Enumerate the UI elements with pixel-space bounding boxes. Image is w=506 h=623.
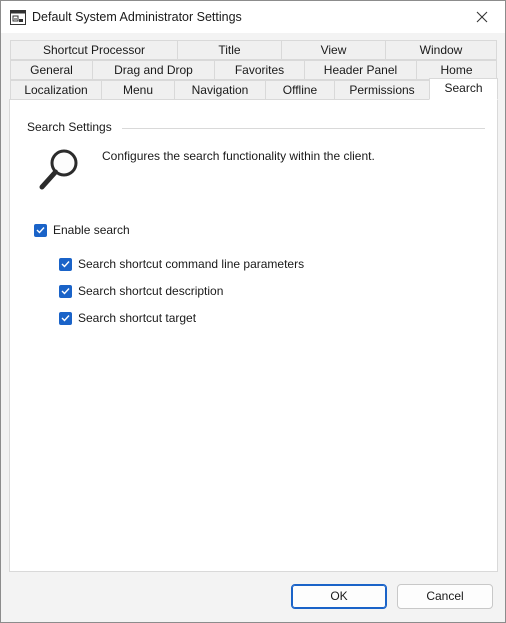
tab-shortcut-processor[interactable]: Shortcut Processor	[10, 40, 178, 60]
checkbox-checked[interactable]	[59, 311, 72, 325]
group-label: Search Settings	[27, 120, 112, 134]
enable-search-label: Enable search	[53, 223, 130, 237]
cancel-button[interactable]: Cancel	[397, 584, 493, 609]
close-icon	[476, 11, 488, 22]
tab-search[interactable]: Search	[429, 78, 498, 100]
checkmark-icon	[36, 227, 45, 234]
tab-header-panel[interactable]: Header Panel	[304, 60, 417, 80]
close-button[interactable]	[459, 1, 505, 32]
checkmark-icon	[61, 288, 70, 295]
ok-button[interactable]: OK	[291, 584, 387, 609]
title-bar: Default System Administrator Settings	[1, 1, 505, 33]
search-target-checkbox[interactable]: Search shortcut target	[59, 311, 196, 325]
tab-favorites[interactable]: Favorites	[214, 60, 305, 80]
checkbox-checked[interactable]	[59, 284, 72, 298]
tab-general[interactable]: General	[10, 60, 93, 80]
checkbox-checked[interactable]	[34, 223, 47, 237]
app-window-icon	[10, 10, 26, 25]
checkbox-checked[interactable]	[59, 257, 72, 271]
enable-search-checkbox[interactable]: Enable search	[34, 223, 130, 237]
search-command-line-checkbox[interactable]: Search shortcut command line parameters	[59, 257, 304, 271]
settings-dialog: Default System Administrator Settings Sh…	[0, 0, 506, 623]
tab-permissions[interactable]: Permissions	[334, 80, 430, 100]
search-description-checkbox[interactable]: Search shortcut description	[59, 284, 223, 298]
tab-window[interactable]: Window	[385, 40, 497, 60]
dialog-footer: OK Cancel	[1, 573, 505, 622]
search-target-label: Search shortcut target	[78, 311, 197, 325]
group-divider	[122, 128, 485, 129]
tab-drag-and-drop[interactable]: Drag and Drop	[92, 60, 215, 80]
panel-description: Configures the search functionality with…	[102, 149, 375, 163]
tab-home[interactable]: Home	[416, 60, 497, 80]
tab-menu[interactable]: Menu	[101, 80, 175, 100]
window-title: Default System Administrator Settings	[32, 10, 242, 24]
tab-localization[interactable]: Localization	[10, 80, 102, 100]
tab-navigation[interactable]: Navigation	[174, 80, 266, 100]
search-settings-panel: Search Settings Configures the search fu…	[9, 99, 498, 572]
checkmark-icon	[61, 315, 70, 322]
tab-title[interactable]: Title	[177, 40, 282, 60]
tab-offline[interactable]: Offline	[265, 80, 335, 100]
search-description-label: Search shortcut description	[78, 284, 224, 298]
magnifier-icon	[39, 149, 78, 190]
tab-view[interactable]: View	[281, 40, 386, 60]
search-command-line-label: Search shortcut command line parameters	[78, 257, 305, 271]
checkmark-icon	[61, 261, 70, 268]
